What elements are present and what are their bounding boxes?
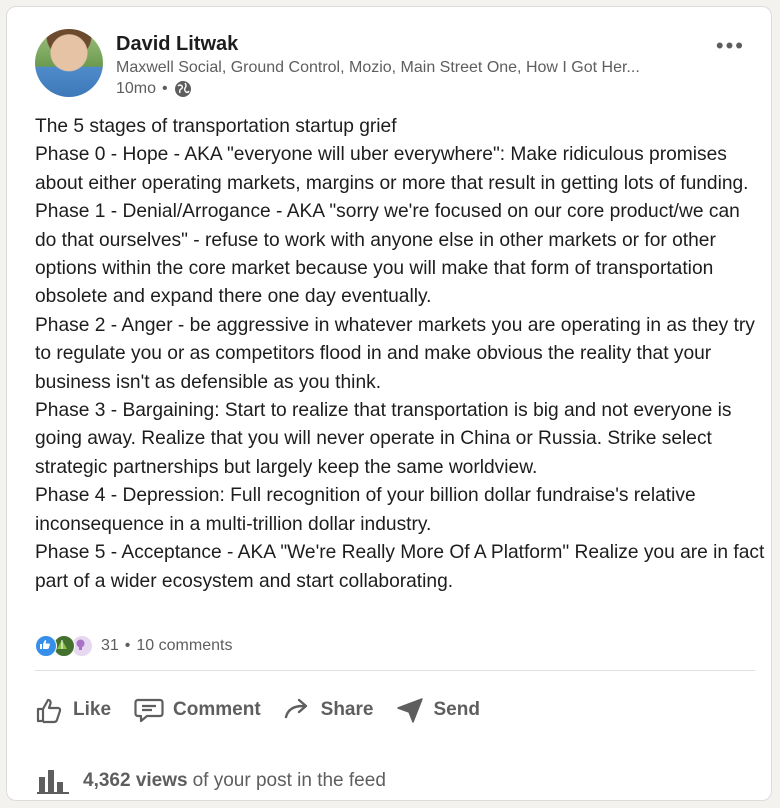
post-card: David Litwak Maxwell Social, Ground Cont… [6, 6, 772, 801]
comments-count[interactable]: 10 comments [136, 637, 232, 655]
bar-chart-icon [37, 770, 69, 794]
author-name[interactable]: David Litwak [116, 33, 238, 56]
comment-icon [134, 698, 164, 723]
post-line: The 5 stages of transportation startup g… [35, 116, 397, 137]
like-button[interactable]: Like [35, 695, 111, 725]
post-meta: 10mo • [116, 80, 192, 98]
meta-separator: • [162, 80, 168, 97]
comment-label: Comment [173, 699, 261, 720]
thumbs-up-icon [36, 698, 62, 724]
post-line: Phase 5 - Acceptance - AKA "We're Really… [35, 542, 765, 592]
post-line: Phase 0 - Hope - AKA "everyone will uber… [35, 144, 749, 194]
send-label: Send [433, 699, 480, 720]
like-label: Like [73, 699, 112, 720]
divider [35, 670, 755, 671]
post-actions: Like Comment Share Send [35, 695, 502, 725]
views-suffix: of your post in the feed [192, 770, 386, 791]
reaction-separator: • [124, 637, 131, 654]
post-line: Phase 2 - Anger - be aggressive in whate… [35, 314, 755, 393]
post-line: Phase 1 - Denial/Arrogance - AKA "sorry … [35, 201, 740, 308]
post-line: Phase 3 - Bargaining: Start to realize t… [35, 400, 732, 478]
views-count: 4,362 views [83, 770, 188, 791]
like-icon [35, 635, 57, 657]
post-time: 10mo [116, 80, 157, 97]
author-headline: Maxwell Social, Ground Control, Mozio, M… [116, 59, 640, 76]
author-avatar[interactable] [35, 29, 103, 97]
share-icon [284, 698, 307, 719]
post-views[interactable]: 4,362 views of your post in the feed [37, 767, 386, 795]
share-label: Share [320, 699, 374, 720]
send-button[interactable]: Send [395, 695, 480, 725]
share-button[interactable]: Share [283, 695, 374, 725]
post-body: The 5 stages of transportation startup g… [35, 113, 765, 596]
comment-button[interactable]: Comment [133, 695, 261, 725]
send-icon [397, 698, 424, 723]
more-options-button[interactable]: ••• [716, 33, 745, 59]
globe-icon [174, 81, 191, 97]
post-line: Phase 4 - Depression: Full recognition o… [35, 485, 696, 535]
reaction-count[interactable]: 31 [101, 637, 119, 655]
reactions-summary[interactable]: 31 • 10 comments [35, 635, 232, 657]
